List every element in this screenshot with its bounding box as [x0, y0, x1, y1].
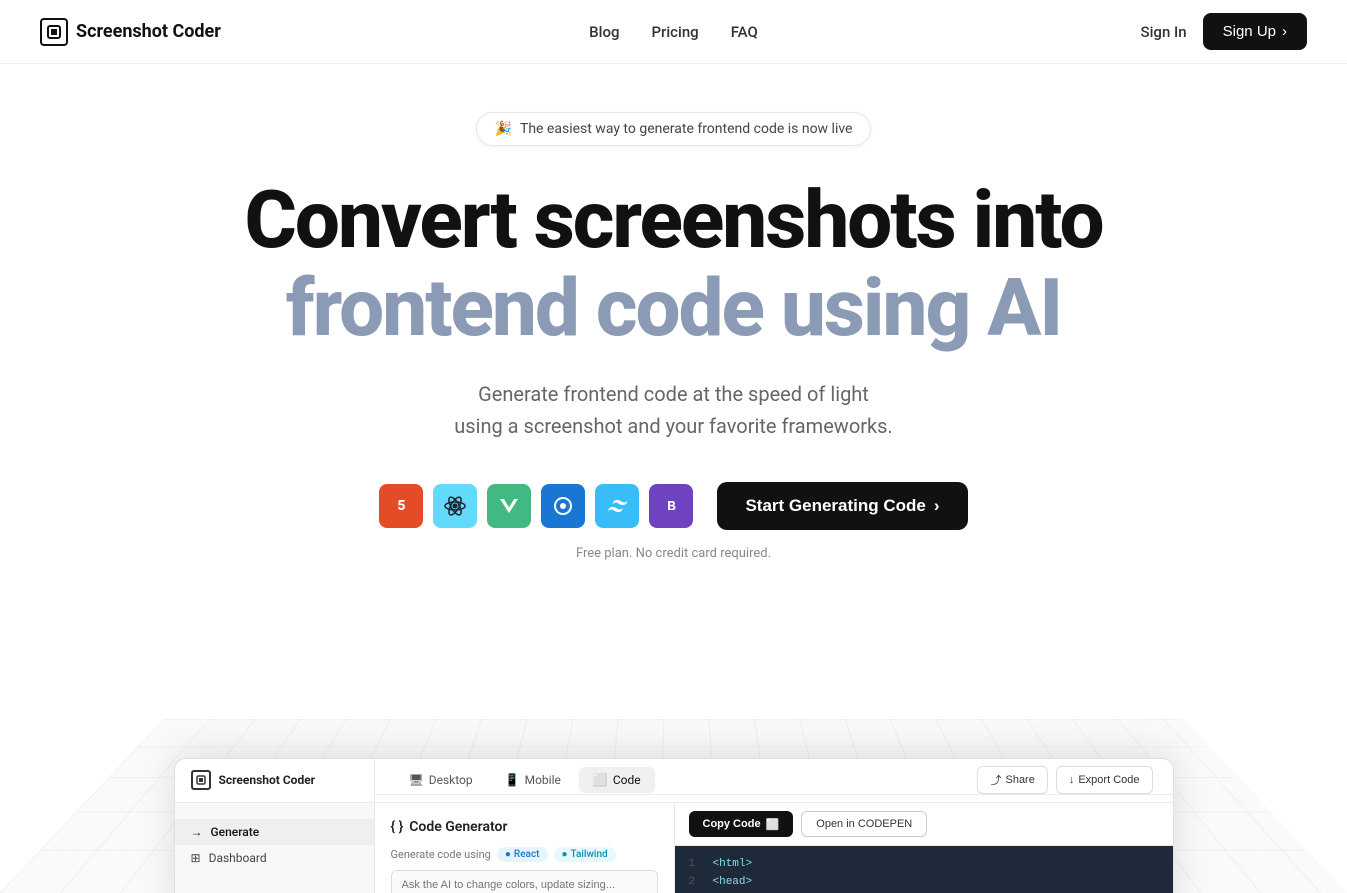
code-text-1: <html> [713, 856, 753, 874]
nav-link-blog[interactable]: Blog [589, 23, 619, 41]
app-logo-text: Screenshot Coder [219, 773, 316, 787]
tailwind-dot: ● [562, 849, 568, 860]
tab-mobile[interactable]: 📱 Mobile [491, 767, 575, 793]
generate-icon: → [191, 825, 203, 839]
hero-title-line1: Convert screenshots into [244, 178, 1102, 262]
app-sidebar: → Generate ⊞ Dashboard [175, 803, 375, 893]
copy-code-button[interactable]: Copy Code ⬜ [689, 811, 794, 837]
dashboard-icon: ⊞ [191, 851, 201, 865]
line-number-2: 2 [689, 874, 701, 892]
generate-using-row: Generate code using ● React ● Tailwind [391, 847, 658, 862]
code-gen-title: { } Code Generator [391, 819, 658, 835]
app-tabs-bar: 🖥 Desktop 📱 Mobile ⬜ Code ⤴ Sh [375, 766, 1173, 795]
framework-bootstrap [649, 484, 693, 528]
sign-in-link[interactable]: Sign In [1141, 23, 1187, 41]
left-panel: { } Code Generator Generate code using ●… [375, 803, 675, 893]
sidebar-item-generate[interactable]: → Generate [175, 819, 374, 845]
desktop-icon: 🖥 [409, 773, 424, 787]
sign-up-arrow-icon: › [1282, 23, 1287, 40]
sidebar-item-dashboard[interactable]: ⊞ Dashboard [175, 845, 374, 871]
badge-tailwind: ● Tailwind [554, 847, 616, 862]
code-text-2: <head> [713, 874, 753, 892]
export-icon: ↓ [1069, 774, 1075, 786]
app-topbar: Screenshot Coder 🖥 Desktop 📱 Mobile ⬜ Co… [175, 759, 1173, 803]
app-preview: Screenshot Coder 🖥 Desktop 📱 Mobile ⬜ Co… [174, 758, 1174, 893]
free-plan-note: Free plan. No credit card required. [576, 546, 771, 561]
logo-text: Screenshot Coder [76, 21, 221, 42]
nav-actions: Sign In Sign Up › [1141, 13, 1307, 50]
share-icon: ⤴ [990, 772, 1001, 788]
nav-link-faq[interactable]: FAQ [731, 23, 758, 41]
framework-tailwind [595, 484, 639, 528]
code-line-2: 2 <head> [689, 874, 1159, 892]
hero-title-line2: frontend code using AI [286, 266, 1061, 350]
framework-angular [541, 484, 585, 528]
code-tab-icon: ⬜ [593, 773, 608, 787]
code-panel: 1 <html> 2 <head> 3 <title>Create an Acc… [675, 846, 1173, 893]
framework-react [433, 484, 477, 528]
badge-text: The easiest way to generate frontend cod… [520, 121, 853, 137]
app-logo-icon [191, 770, 211, 790]
code-gen-icon: { } [391, 819, 404, 835]
tab-code[interactable]: ⬜ Code [579, 767, 655, 793]
line-number-1: 1 [689, 856, 701, 874]
frameworks-list: 5 [379, 484, 693, 528]
cta-row: 5 [379, 482, 967, 530]
copy-icon: ⬜ [766, 818, 780, 831]
mobile-icon: 📱 [505, 773, 520, 787]
share-button[interactable]: ⤴ Share [977, 766, 1047, 794]
hero-section: 🎉 The easiest way to generate frontend c… [0, 64, 1347, 593]
nav-links: Blog Pricing FAQ [589, 23, 758, 41]
logo-icon [40, 18, 68, 46]
right-panel-actions: Copy Code ⬜ Open in CODEPEN [675, 803, 1173, 846]
right-panel: Copy Code ⬜ Open in CODEPEN 1 <html> 2 <… [675, 803, 1173, 893]
react-dot: ● [505, 849, 511, 860]
nav-logo[interactable]: Screenshot Coder [40, 18, 221, 46]
perspective-section: Screenshot Coder 🖥 Desktop 📱 Mobile ⬜ Co… [0, 593, 1347, 893]
cta-arrow-icon: › [934, 496, 940, 516]
start-generating-button[interactable]: Start Generating Code › [717, 482, 967, 530]
nav-link-pricing[interactable]: Pricing [651, 23, 698, 41]
navbar: Screenshot Coder Blog Pricing FAQ Sign I… [0, 0, 1347, 64]
code-line-1: 1 <html> [689, 856, 1159, 874]
app-tab-actions: ⤴ Share ↓ Export Code [977, 766, 1152, 794]
ai-prompt-input[interactable] [391, 870, 658, 893]
app-body: → Generate ⊞ Dashboard { } Code Generato… [175, 803, 1173, 893]
badge-react: ● React [497, 847, 548, 862]
export-code-button[interactable]: ↓ Export Code [1056, 766, 1153, 794]
app-tabs: 🖥 Desktop 📱 Mobile ⬜ Code [395, 767, 655, 793]
framework-vue [487, 484, 531, 528]
tab-desktop[interactable]: 🖥 Desktop [395, 767, 487, 793]
sign-up-button[interactable]: Sign Up › [1203, 13, 1307, 50]
badge-emoji: 🎉 [495, 121, 512, 137]
hero-subtitle: Generate frontend code at the speed of l… [454, 378, 893, 442]
hero-badge: 🎉 The easiest way to generate frontend c… [476, 112, 872, 146]
app-logo-area: Screenshot Coder [175, 759, 375, 803]
open-codepen-button[interactable]: Open in CODEPEN [801, 811, 927, 837]
cta-button-label: Start Generating Code [745, 496, 925, 516]
framework-html5: 5 [379, 484, 423, 528]
